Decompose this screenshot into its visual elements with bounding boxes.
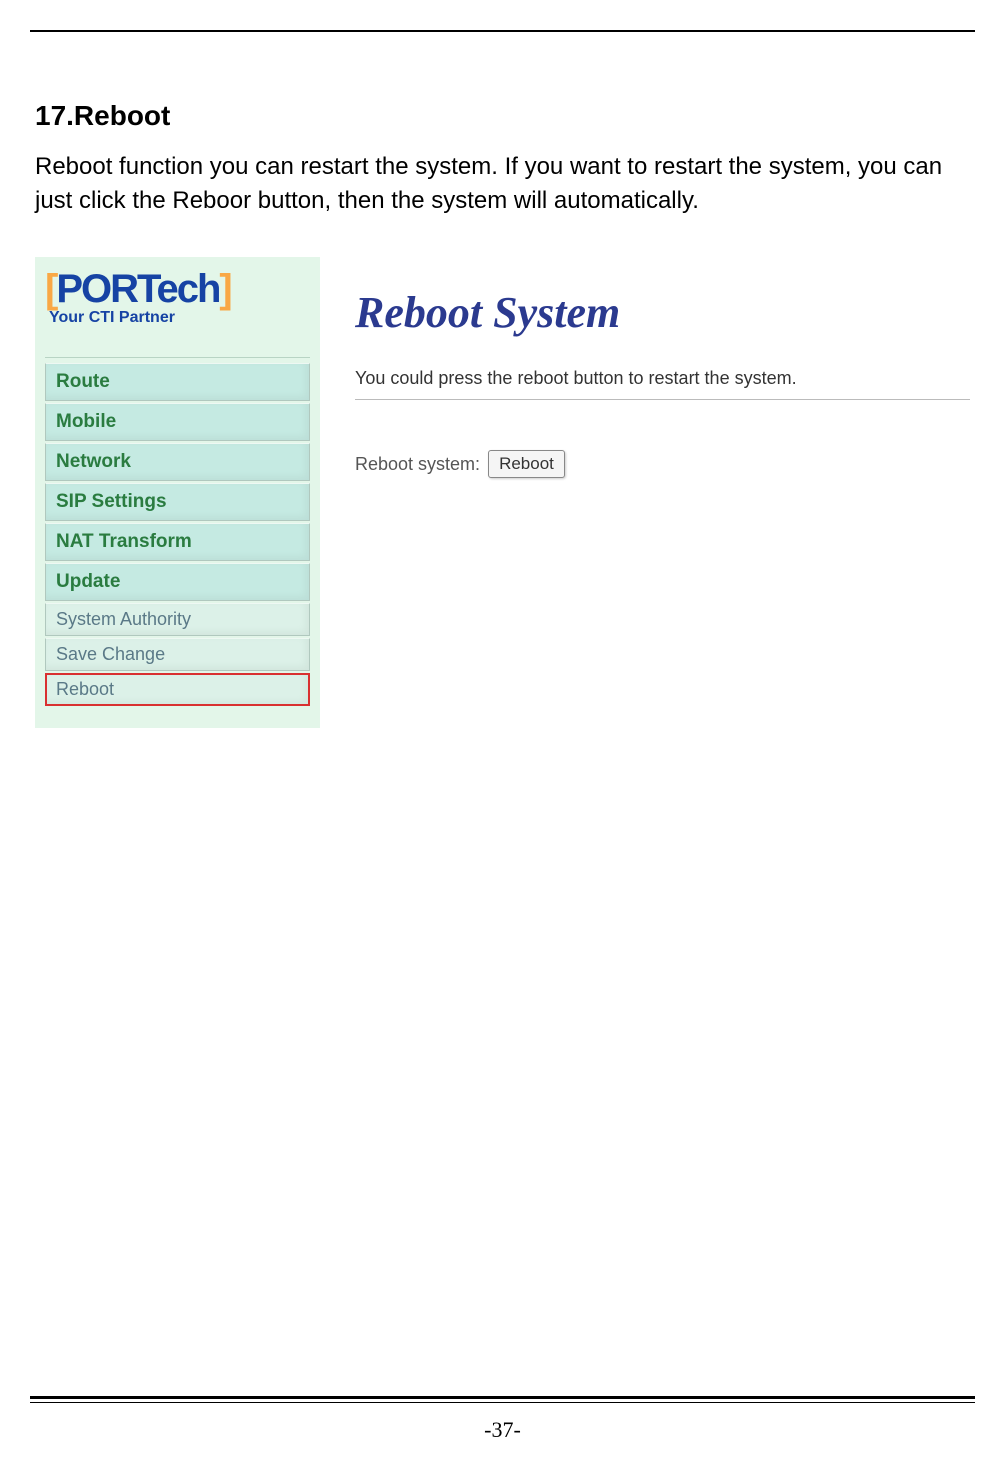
page-top-rule xyxy=(30,30,975,32)
sidebar-item-system-authority[interactable]: System Authority xyxy=(45,603,310,636)
sidebar-divider xyxy=(45,357,310,358)
nav-list: Route Mobile Network SIP Settings NAT Tr… xyxy=(35,363,320,706)
reboot-label: Reboot system: xyxy=(355,454,480,475)
page-number: -37- xyxy=(0,1417,1005,1443)
main-panel: Reboot System You could press the reboot… xyxy=(320,257,970,478)
sidebar-item-mobile[interactable]: Mobile xyxy=(45,403,310,441)
page-bottom-rule xyxy=(30,1396,975,1403)
logo-area: [PORTech] Your CTI Partner xyxy=(35,267,320,357)
sidebar-item-update[interactable]: Update xyxy=(45,563,310,601)
content-area: 17.Reboot Reboot function you can restar… xyxy=(35,100,970,728)
screenshot-container: [PORTech] Your CTI Partner Route Mobile … xyxy=(35,257,970,728)
sidebar-item-sip-settings[interactable]: SIP Settings xyxy=(45,483,310,521)
page-title: Reboot System xyxy=(355,287,970,338)
reboot-row: Reboot system: Reboot xyxy=(355,450,970,478)
sidebar-item-network[interactable]: Network xyxy=(45,443,310,481)
logo-bracket-left: [ xyxy=(45,267,56,311)
page-bottom-rule-thin xyxy=(30,1402,975,1403)
section-description: Reboot function you can restart the syst… xyxy=(35,150,970,217)
sidebar-item-save-change[interactable]: Save Change xyxy=(45,638,310,671)
logo-bracket-right: ] xyxy=(219,267,230,311)
sidebar-item-reboot[interactable]: Reboot xyxy=(45,673,310,706)
sidebar-item-route[interactable]: Route xyxy=(45,363,310,401)
sidebar: [PORTech] Your CTI Partner Route Mobile … xyxy=(35,257,320,728)
logo-main: [PORTech] xyxy=(45,267,310,312)
page-bottom-rule-thick xyxy=(30,1396,975,1399)
section-heading: 17.Reboot xyxy=(35,100,970,132)
logo-text: PORTech xyxy=(56,267,219,311)
page-subtext: You could press the reboot button to res… xyxy=(355,368,970,400)
sidebar-item-nat-transform[interactable]: NAT Transform xyxy=(45,523,310,561)
reboot-button[interactable]: Reboot xyxy=(488,450,565,478)
